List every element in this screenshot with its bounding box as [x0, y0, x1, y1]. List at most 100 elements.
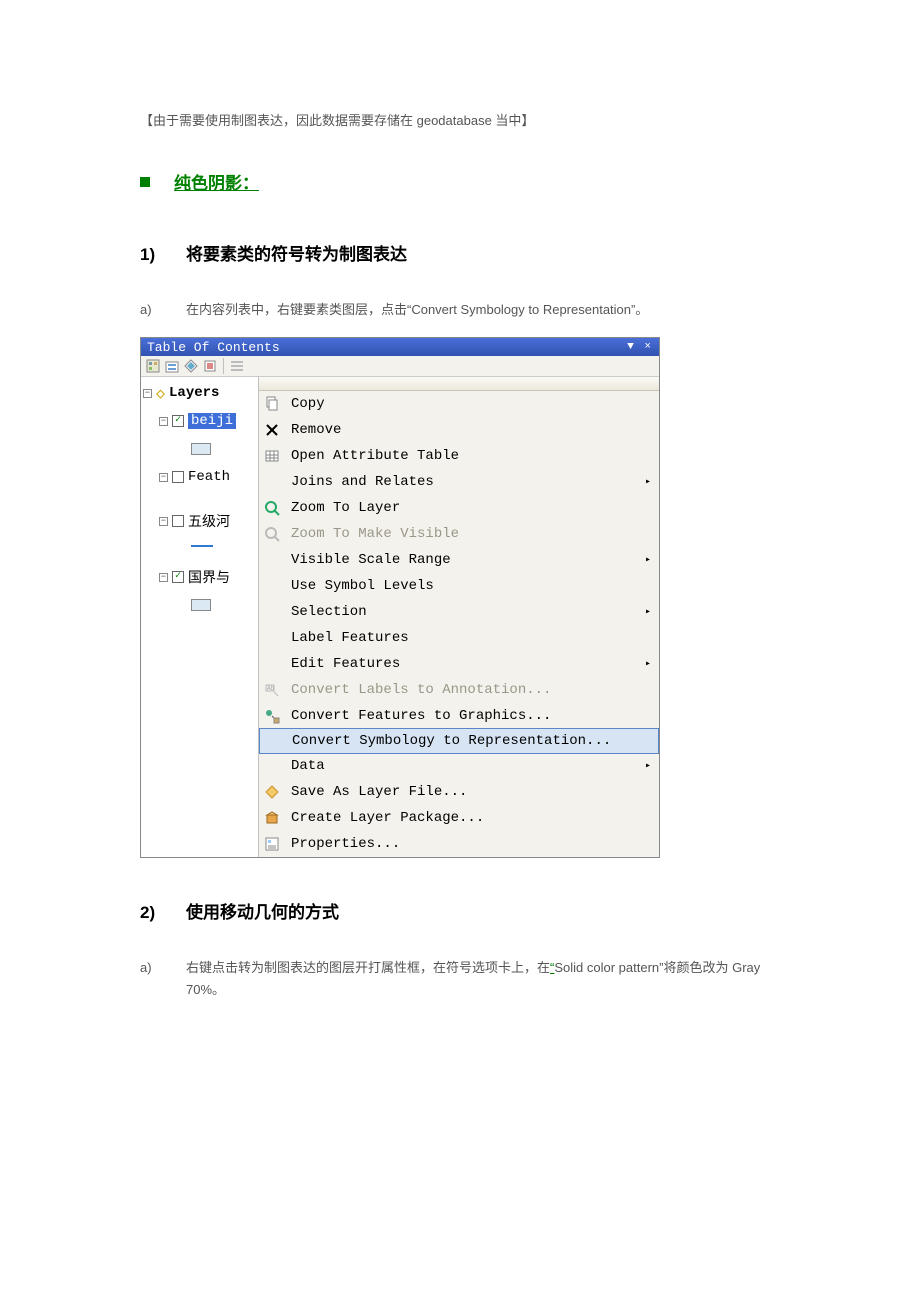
menu-item-label: Convert Labels to Annotation...: [285, 682, 551, 698]
toolbar-icon-3[interactable]: [183, 358, 199, 374]
menu-item-edit-features[interactable]: Edit Features▸: [259, 651, 659, 677]
menu-item-label: Selection: [285, 604, 367, 620]
toolbar-icon-1[interactable]: [145, 358, 161, 374]
layers-icon: ◇: [156, 384, 165, 403]
symbol-swatch[interactable]: [191, 545, 213, 547]
arcmap-screenshot: Table Of Contents ▼ × −: [140, 337, 660, 858]
remove-icon: [259, 422, 285, 438]
menu-item-zoom-to-make-visible: Zoom To Make Visible: [259, 521, 659, 547]
copy-icon: [259, 396, 285, 412]
menu-item-joins-and-relates[interactable]: Joins and Relates ▸: [259, 469, 659, 495]
menu-item-label: Copy: [285, 396, 325, 412]
step1-header: 1) 将要素类的符号转为制图表达: [140, 240, 780, 265]
layer-checkbox[interactable]: ✓: [172, 571, 184, 583]
table-icon: [259, 448, 285, 464]
collapse-icon[interactable]: −: [159, 473, 168, 482]
menu-item-label: Remove: [285, 422, 341, 438]
step1-title: 将要素类的符号转为制图表达: [186, 240, 407, 265]
menu-item-label: Create Layer Package...: [285, 810, 484, 826]
menu-item-convert-features-to-graphics[interactable]: Convert Features to Graphics...: [259, 703, 659, 729]
props-icon: [259, 836, 285, 852]
symbol-swatch[interactable]: [191, 443, 211, 455]
collapse-icon[interactable]: −: [143, 389, 152, 398]
toolbar-icon-5[interactable]: [229, 358, 245, 374]
menu-item-label-features[interactable]: Label Features: [259, 625, 659, 651]
layer-item-0[interactable]: − ✓ beiji: [143, 407, 258, 435]
step1-substep-a: a) 在内容列表中，右键要素类图层，点击“Convert Symbology t…: [140, 299, 780, 321]
menu-item-selection[interactable]: Selection ▸: [259, 599, 659, 625]
bullet-square-icon: [140, 177, 150, 187]
submenu-arrow-icon: ▸: [645, 606, 659, 618]
toolbar-icon-4[interactable]: [202, 358, 218, 374]
menu-item-properties[interactable]: Properties...: [259, 831, 659, 857]
menu-item-create-layer-package[interactable]: Create Layer Package...: [259, 805, 659, 831]
substep-label: a): [140, 957, 186, 979]
submenu-arrow-icon: ▸: [645, 554, 659, 566]
collapse-icon[interactable]: −: [159, 517, 168, 526]
section-title: 纯色阴影：: [174, 169, 259, 194]
collapse-icon[interactable]: −: [159, 417, 168, 426]
toolbar-separator: [223, 358, 224, 374]
step2-substep-a: a) 右键点击转为制图表达的图层开打属性框，在符号选项卡上，在“Solid co…: [140, 957, 780, 1001]
toc-toolbar: [141, 356, 659, 377]
layer-checkbox[interactable]: ✓: [172, 415, 184, 427]
menu-item-label: Joins and Relates: [285, 474, 434, 490]
window-buttons[interactable]: ▼ ×: [627, 341, 653, 353]
substep-label: a): [140, 299, 186, 321]
menu-item-zoom-to-layer[interactable]: Zoom To Layer: [259, 495, 659, 521]
menu-item-label: Use Symbol Levels: [285, 578, 434, 594]
layer-item-3[interactable]: − ✓ 国界与: [143, 563, 258, 591]
intro-note: 【由于需要使用制图表达，因此数据需要存储在 geodatabase 当中】: [140, 110, 780, 129]
layer-item-1[interactable]: − Feath: [143, 463, 258, 491]
step1-number: 1): [140, 245, 186, 265]
layers-label: Layers: [169, 385, 219, 401]
zoomgray-icon: [259, 526, 285, 542]
menu-item-copy[interactable]: Copy: [259, 391, 659, 417]
menu-item-data[interactable]: Data▸: [259, 753, 659, 779]
convfeat-icon: [259, 708, 285, 724]
layer-item-2[interactable]: − 五级河: [143, 507, 258, 535]
layer-checkbox[interactable]: [172, 471, 184, 483]
menu-item-label: Zoom To Make Visible: [285, 526, 459, 542]
menu-item-label: Convert Symbology to Representation...: [286, 733, 611, 749]
menu-item-label: Visible Scale Range: [285, 552, 451, 568]
toc-title: Table Of Contents: [147, 340, 280, 355]
layer-name: 五级河: [188, 511, 230, 531]
toc-titlebar: Table Of Contents ▼ ×: [141, 338, 659, 356]
zoom-icon: [259, 500, 285, 516]
collapse-icon[interactable]: −: [159, 573, 168, 582]
menu-item-convert-symbology-to-representation[interactable]: Convert Symbology to Representation...: [259, 728, 659, 754]
substep-text: 右键点击转为制图表达的图层开打属性框，在符号选项卡上，在“Solid color…: [186, 957, 780, 1001]
layer-name: 国界与: [188, 567, 230, 587]
layer-name: beiji: [188, 413, 236, 429]
toolbar-icon-2[interactable]: [164, 358, 180, 374]
symbol-swatch[interactable]: [191, 599, 211, 611]
step2-title: 使用移动几何的方式: [186, 898, 339, 923]
menu-item-label: Zoom To Layer: [285, 500, 400, 516]
layer-checkbox[interactable]: [172, 515, 184, 527]
menu-item-use-symbol-levels[interactable]: Use Symbol Levels: [259, 573, 659, 599]
menu-item-open-attribute-table[interactable]: Open Attribute Table: [259, 443, 659, 469]
diamond-icon: [259, 784, 285, 800]
toc-tree: − ◇ Layers − ✓ beiji − Feath: [141, 377, 259, 857]
layer-name: Feath: [188, 469, 230, 485]
layers-root[interactable]: − ◇ Layers: [143, 379, 258, 407]
step2-number: 2): [140, 903, 186, 923]
menu-item-label: Label Features: [285, 630, 409, 646]
menu-item-convert-labels-to-annotation: Ab Convert Labels to Annotation...: [259, 677, 659, 703]
menu-item-remove[interactable]: Remove: [259, 417, 659, 443]
submenu-arrow-icon: ▸: [645, 476, 659, 488]
substep-text: 在内容列表中，右键要素类图层，点击“Convert Symbology to R…: [186, 299, 780, 321]
section-header: 纯色阴影：: [140, 169, 780, 194]
menu-item-label: Open Attribute Table: [285, 448, 459, 464]
layer-context-menu: Copy Remove Open Attribute Table Joins and …: [259, 377, 659, 857]
pkg-icon: [259, 810, 285, 826]
step2-header: 2) 使用移动几何的方式: [140, 898, 780, 923]
menu-item-label: Data: [285, 758, 325, 774]
menu-item-label: Save As Layer File...: [285, 784, 467, 800]
menu-item-label: Properties...: [285, 836, 400, 852]
svg-text:Ab: Ab: [267, 685, 275, 692]
menu-item-save-as-layer-file[interactable]: Save As Layer File...: [259, 779, 659, 805]
submenu-arrow-icon: ▸: [645, 658, 659, 670]
menu-item-visible-scale-range[interactable]: Visible Scale Range ▸: [259, 547, 659, 573]
